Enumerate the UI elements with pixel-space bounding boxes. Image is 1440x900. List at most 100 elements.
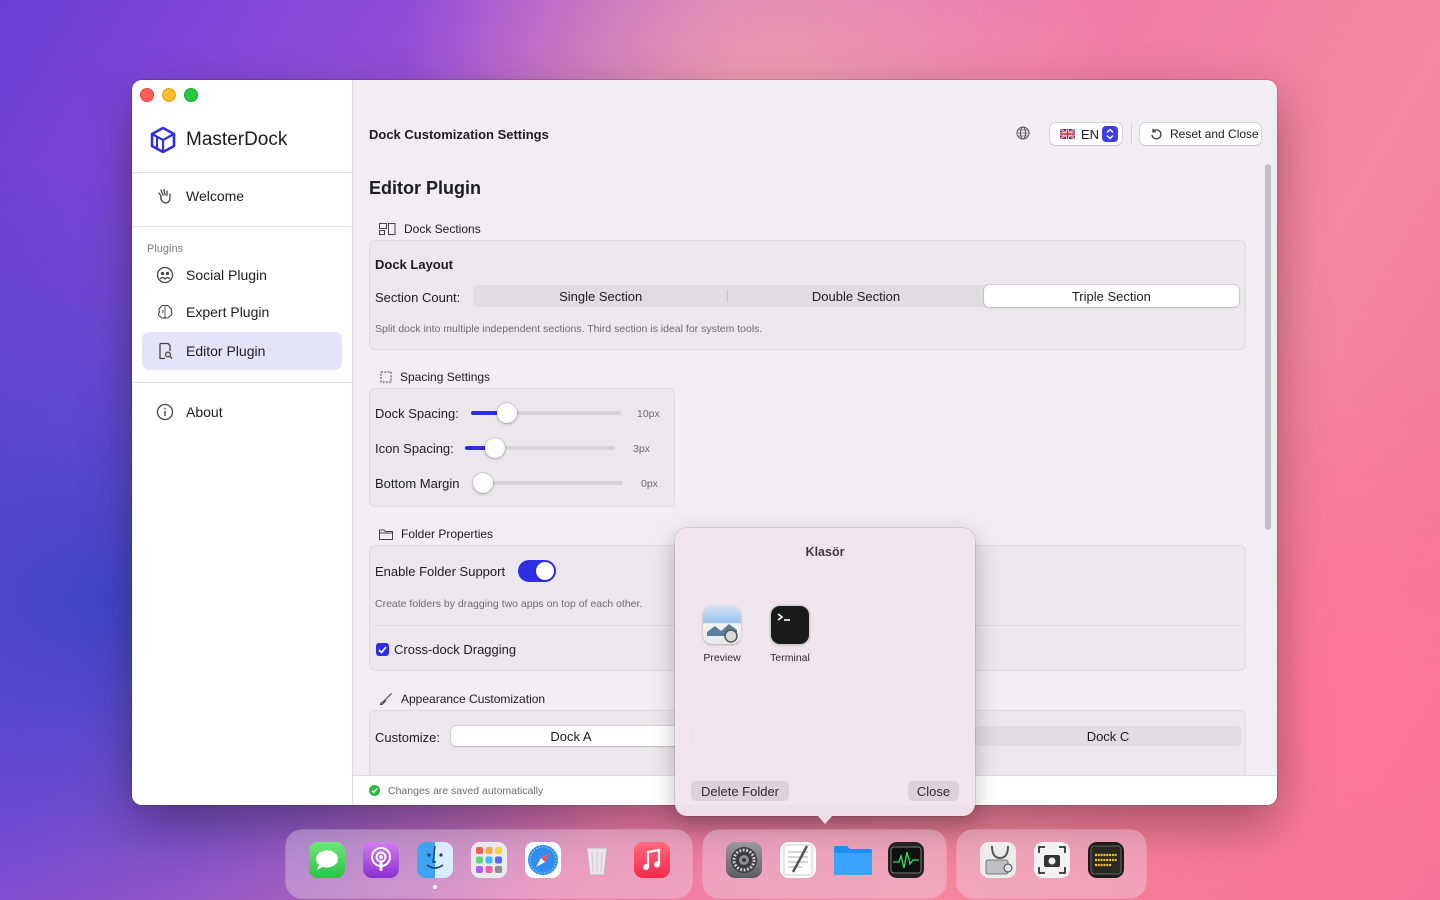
sidebar-section-label: Plugins: [147, 243, 184, 255]
scroll-thumb[interactable]: [1265, 164, 1271, 530]
check-circle-icon: [369, 785, 380, 796]
segment-double-section[interactable]: Double Section: [728, 285, 983, 307]
bottom-margin-value: 0px: [641, 478, 658, 490]
console-icon[interactable]: [1088, 842, 1124, 878]
slider-knob[interactable]: [497, 403, 517, 423]
close-button[interactable]: Close: [908, 781, 959, 801]
dock-spacing-slider[interactable]: [471, 403, 621, 423]
folder-icon: [379, 529, 393, 540]
segment-label: Triple Section: [1071, 288, 1151, 304]
reset-icon: [1151, 128, 1162, 139]
segment-label: Dock A: [550, 728, 592, 744]
folder-app-terminal[interactable]: Terminal: [760, 606, 820, 664]
dock-spacing-value: 10px: [637, 408, 660, 420]
cross-dock-checkbox[interactable]: [376, 643, 389, 656]
folder-app-label: Terminal: [770, 652, 810, 664]
divider: [132, 172, 352, 173]
app-name: MasterDock: [186, 129, 288, 150]
podcasts-icon[interactable]: [363, 842, 399, 878]
dock-layout-hint: Split dock into multiple independent sec…: [375, 323, 763, 335]
hand-wave-icon: [156, 187, 174, 205]
sidebar-item-social-plugin[interactable]: Social Plugin: [142, 256, 342, 294]
folder-popover: Klasör Preview Terminal Delete Folder Cl…: [675, 528, 975, 824]
dock-sections-icon: [379, 223, 396, 235]
language-select[interactable]: EN: [1050, 123, 1122, 145]
checkmark-icon: [378, 645, 387, 654]
icon-spacing-value: 3px: [633, 443, 650, 455]
disk-utility-icon[interactable]: [980, 842, 1016, 878]
minimize-window-button[interactable]: [162, 88, 176, 102]
sidebar-item-about[interactable]: About: [142, 393, 342, 431]
reset-and-close-button[interactable]: Reset and Close: [1140, 123, 1261, 145]
sidebar-item-expert-plugin[interactable]: Expert Plugin: [142, 293, 342, 331]
folder-app-label: Preview: [703, 652, 741, 664]
close-window-button[interactable]: [140, 88, 154, 102]
dock-layout-panel: Dock Layout Section Count: Single Sectio…: [369, 240, 1246, 350]
segment-dock-c[interactable]: Dock C: [975, 726, 1241, 746]
sidebar-item-welcome[interactable]: Welcome: [142, 177, 342, 215]
bottom-margin-slider[interactable]: [473, 473, 623, 493]
segment-label: Single Section: [559, 288, 643, 304]
activity-monitor-icon[interactable]: [888, 842, 924, 878]
section-header-spacing: Spacing Settings: [380, 370, 490, 384]
dock-layout-title: Dock Layout: [375, 257, 454, 272]
language-value: EN: [1081, 126, 1100, 142]
segment-triple-section[interactable]: Triple Section: [983, 285, 1239, 307]
brand: MasterDock: [150, 126, 287, 154]
chevron-updown-icon: [1102, 126, 1118, 142]
launchpad-icon[interactable]: [471, 842, 507, 878]
section-heading: Spacing Settings: [400, 370, 491, 384]
divider: [1131, 124, 1132, 144]
finder-icon[interactable]: [417, 842, 453, 878]
folder-app-preview[interactable]: Preview: [692, 606, 752, 664]
masterdock-logo-icon: [150, 126, 176, 154]
cross-dock-label: Cross-dock Dragging: [394, 642, 517, 657]
section-header-folder: Folder Properties: [379, 527, 493, 541]
slider-knob[interactable]: [485, 438, 505, 458]
segment-single-section[interactable]: Single Section: [473, 285, 729, 307]
settings-icon[interactable]: [726, 842, 762, 878]
globe-icon[interactable]: [1015, 125, 1031, 141]
divider: [132, 382, 352, 383]
brain-icon: [156, 303, 174, 321]
screenshot-icon[interactable]: [1034, 842, 1070, 878]
segment-dock-a[interactable]: Dock A: [451, 726, 691, 746]
terminal-icon: [771, 606, 809, 644]
info-icon: [156, 403, 174, 421]
delete-folder-button[interactable]: Delete Folder: [691, 781, 789, 801]
folder-hint: Create folders by dragging two apps on t…: [375, 598, 643, 610]
customize-label: Customize:: [375, 730, 441, 745]
section-count-segmented-control[interactable]: Single Section Double Section Triple Sec…: [473, 285, 1239, 307]
sidebar-item-label: Editor Plugin: [186, 343, 266, 359]
divider: [132, 226, 352, 227]
zoom-window-button[interactable]: [184, 88, 198, 102]
sidebar-item-label: Social Plugin: [186, 267, 267, 283]
section-count-label: Section Count:: [375, 290, 461, 305]
social-icon: [156, 266, 174, 284]
status-text: Changes are saved automatically: [388, 784, 544, 797]
section-header-dock-sections: Dock Sections: [379, 222, 481, 236]
reset-label: Reset and Close: [1170, 127, 1259, 141]
textedit-icon[interactable]: [780, 842, 816, 878]
segment-label: Dock C: [1086, 728, 1130, 744]
trash-icon[interactable]: [579, 842, 615, 878]
messages-icon[interactable]: [309, 842, 345, 878]
music-icon[interactable]: [634, 842, 670, 878]
doc-search-icon: [156, 342, 174, 360]
section-heading: Dock Sections: [404, 222, 481, 236]
enable-folder-toggle[interactable]: [518, 560, 556, 582]
scrollbar[interactable]: [1264, 162, 1272, 774]
page-title: Editor Plugin: [369, 178, 481, 198]
segment-label: Double Section: [811, 288, 901, 304]
bottom-margin-label: Bottom Margin: [375, 476, 460, 491]
section-heading: Folder Properties: [401, 527, 494, 541]
sidebar-item-editor-plugin[interactable]: Editor Plugin: [142, 332, 342, 370]
slider-knob[interactable]: [473, 473, 493, 493]
running-indicator: [433, 885, 437, 889]
sidebar-item-label: About: [186, 404, 223, 420]
preview-icon: [703, 606, 741, 644]
window-title: Dock Customization Settings: [369, 127, 549, 142]
icon-spacing-slider[interactable]: [465, 438, 615, 458]
folder-icon[interactable]: [833, 842, 872, 878]
safari-icon[interactable]: [525, 842, 561, 878]
